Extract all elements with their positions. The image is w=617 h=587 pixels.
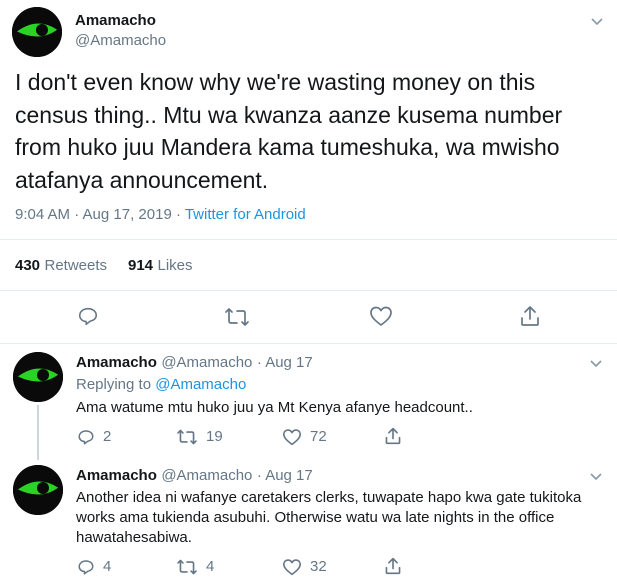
retweets-label: Retweets	[44, 257, 108, 274]
replying-to-link[interactable]: @Amamacho	[155, 376, 246, 393]
share-icon[interactable]	[519, 304, 541, 328]
thread-line	[37, 405, 39, 460]
retweet-icon[interactable]	[224, 306, 250, 328]
avatar[interactable]	[13, 352, 63, 402]
avatar[interactable]	[12, 7, 62, 57]
likes-label: Likes	[157, 257, 193, 274]
author-name[interactable]: Amamacho	[75, 12, 156, 29]
retweets-stat[interactable]: 430 Retweets	[15, 257, 107, 275]
replying-to-prefix: Replying to	[76, 376, 156, 393]
reply-date[interactable]: · Aug 17	[257, 354, 313, 371]
retweet-count: 4	[206, 558, 215, 575]
divider	[0, 290, 617, 291]
green-eye-avatar-icon	[13, 465, 63, 515]
like-icon[interactable]	[282, 558, 302, 576]
reply-icon[interactable]	[77, 558, 95, 576]
reply-date[interactable]: · Aug 17	[257, 467, 313, 484]
reply-header: Amamacho @Amamacho · Aug 17	[76, 354, 313, 372]
reply-count: 4	[103, 558, 112, 575]
chevron-down-icon[interactable]	[587, 467, 605, 485]
retweet-count: 19	[206, 428, 223, 445]
reply-author-name[interactable]: Amamacho	[76, 354, 157, 371]
divider	[0, 239, 617, 240]
reply-count: 2	[103, 428, 112, 445]
chevron-down-icon[interactable]	[588, 12, 606, 30]
chevron-down-icon[interactable]	[587, 354, 605, 372]
author-handle[interactable]: @Amamacho	[75, 32, 166, 49]
reply-text: Another idea ni wafanye caretakers clerk…	[76, 489, 582, 546]
likes-count: 914	[128, 257, 154, 274]
avatar[interactable]	[13, 465, 63, 515]
like-count: 72	[310, 428, 327, 445]
green-eye-avatar-icon	[13, 352, 63, 402]
likes-stat[interactable]: 914 Likes	[128, 257, 193, 275]
retweet-icon[interactable]	[176, 558, 198, 576]
reply-text: Ama watume mtu huko juu ya Mt Kenya afan…	[76, 399, 473, 416]
reply-header: Amamacho @Amamacho · Aug 17	[76, 467, 313, 485]
reply-author-name[interactable]: Amamacho	[76, 467, 157, 484]
reply-icon[interactable]	[77, 428, 95, 446]
tweet-text: I don't even know why we're wasting mone…	[15, 69, 563, 193]
reply-author-handle[interactable]: @Amamacho	[161, 354, 252, 371]
reply-author-handle[interactable]: @Amamacho	[161, 467, 252, 484]
share-icon[interactable]	[384, 426, 402, 446]
share-icon[interactable]	[384, 556, 402, 576]
like-count: 32	[310, 558, 327, 575]
retweets-count: 430	[15, 257, 41, 274]
like-icon[interactable]	[282, 428, 302, 446]
tweet-meta: 9:04 AM · Aug 17, 2019 · Twitter for And…	[15, 206, 306, 223]
retweet-icon[interactable]	[176, 428, 198, 446]
reply-icon[interactable]	[77, 305, 99, 327]
green-eye-avatar-icon	[12, 7, 62, 57]
replying-to: Replying to @Amamacho	[76, 376, 246, 393]
tweet-source-link[interactable]: Twitter for Android	[185, 206, 306, 223]
like-icon[interactable]	[369, 305, 393, 327]
divider	[0, 343, 617, 344]
tweet-timestamp[interactable]: 9:04 AM · Aug 17, 2019 ·	[15, 206, 185, 223]
